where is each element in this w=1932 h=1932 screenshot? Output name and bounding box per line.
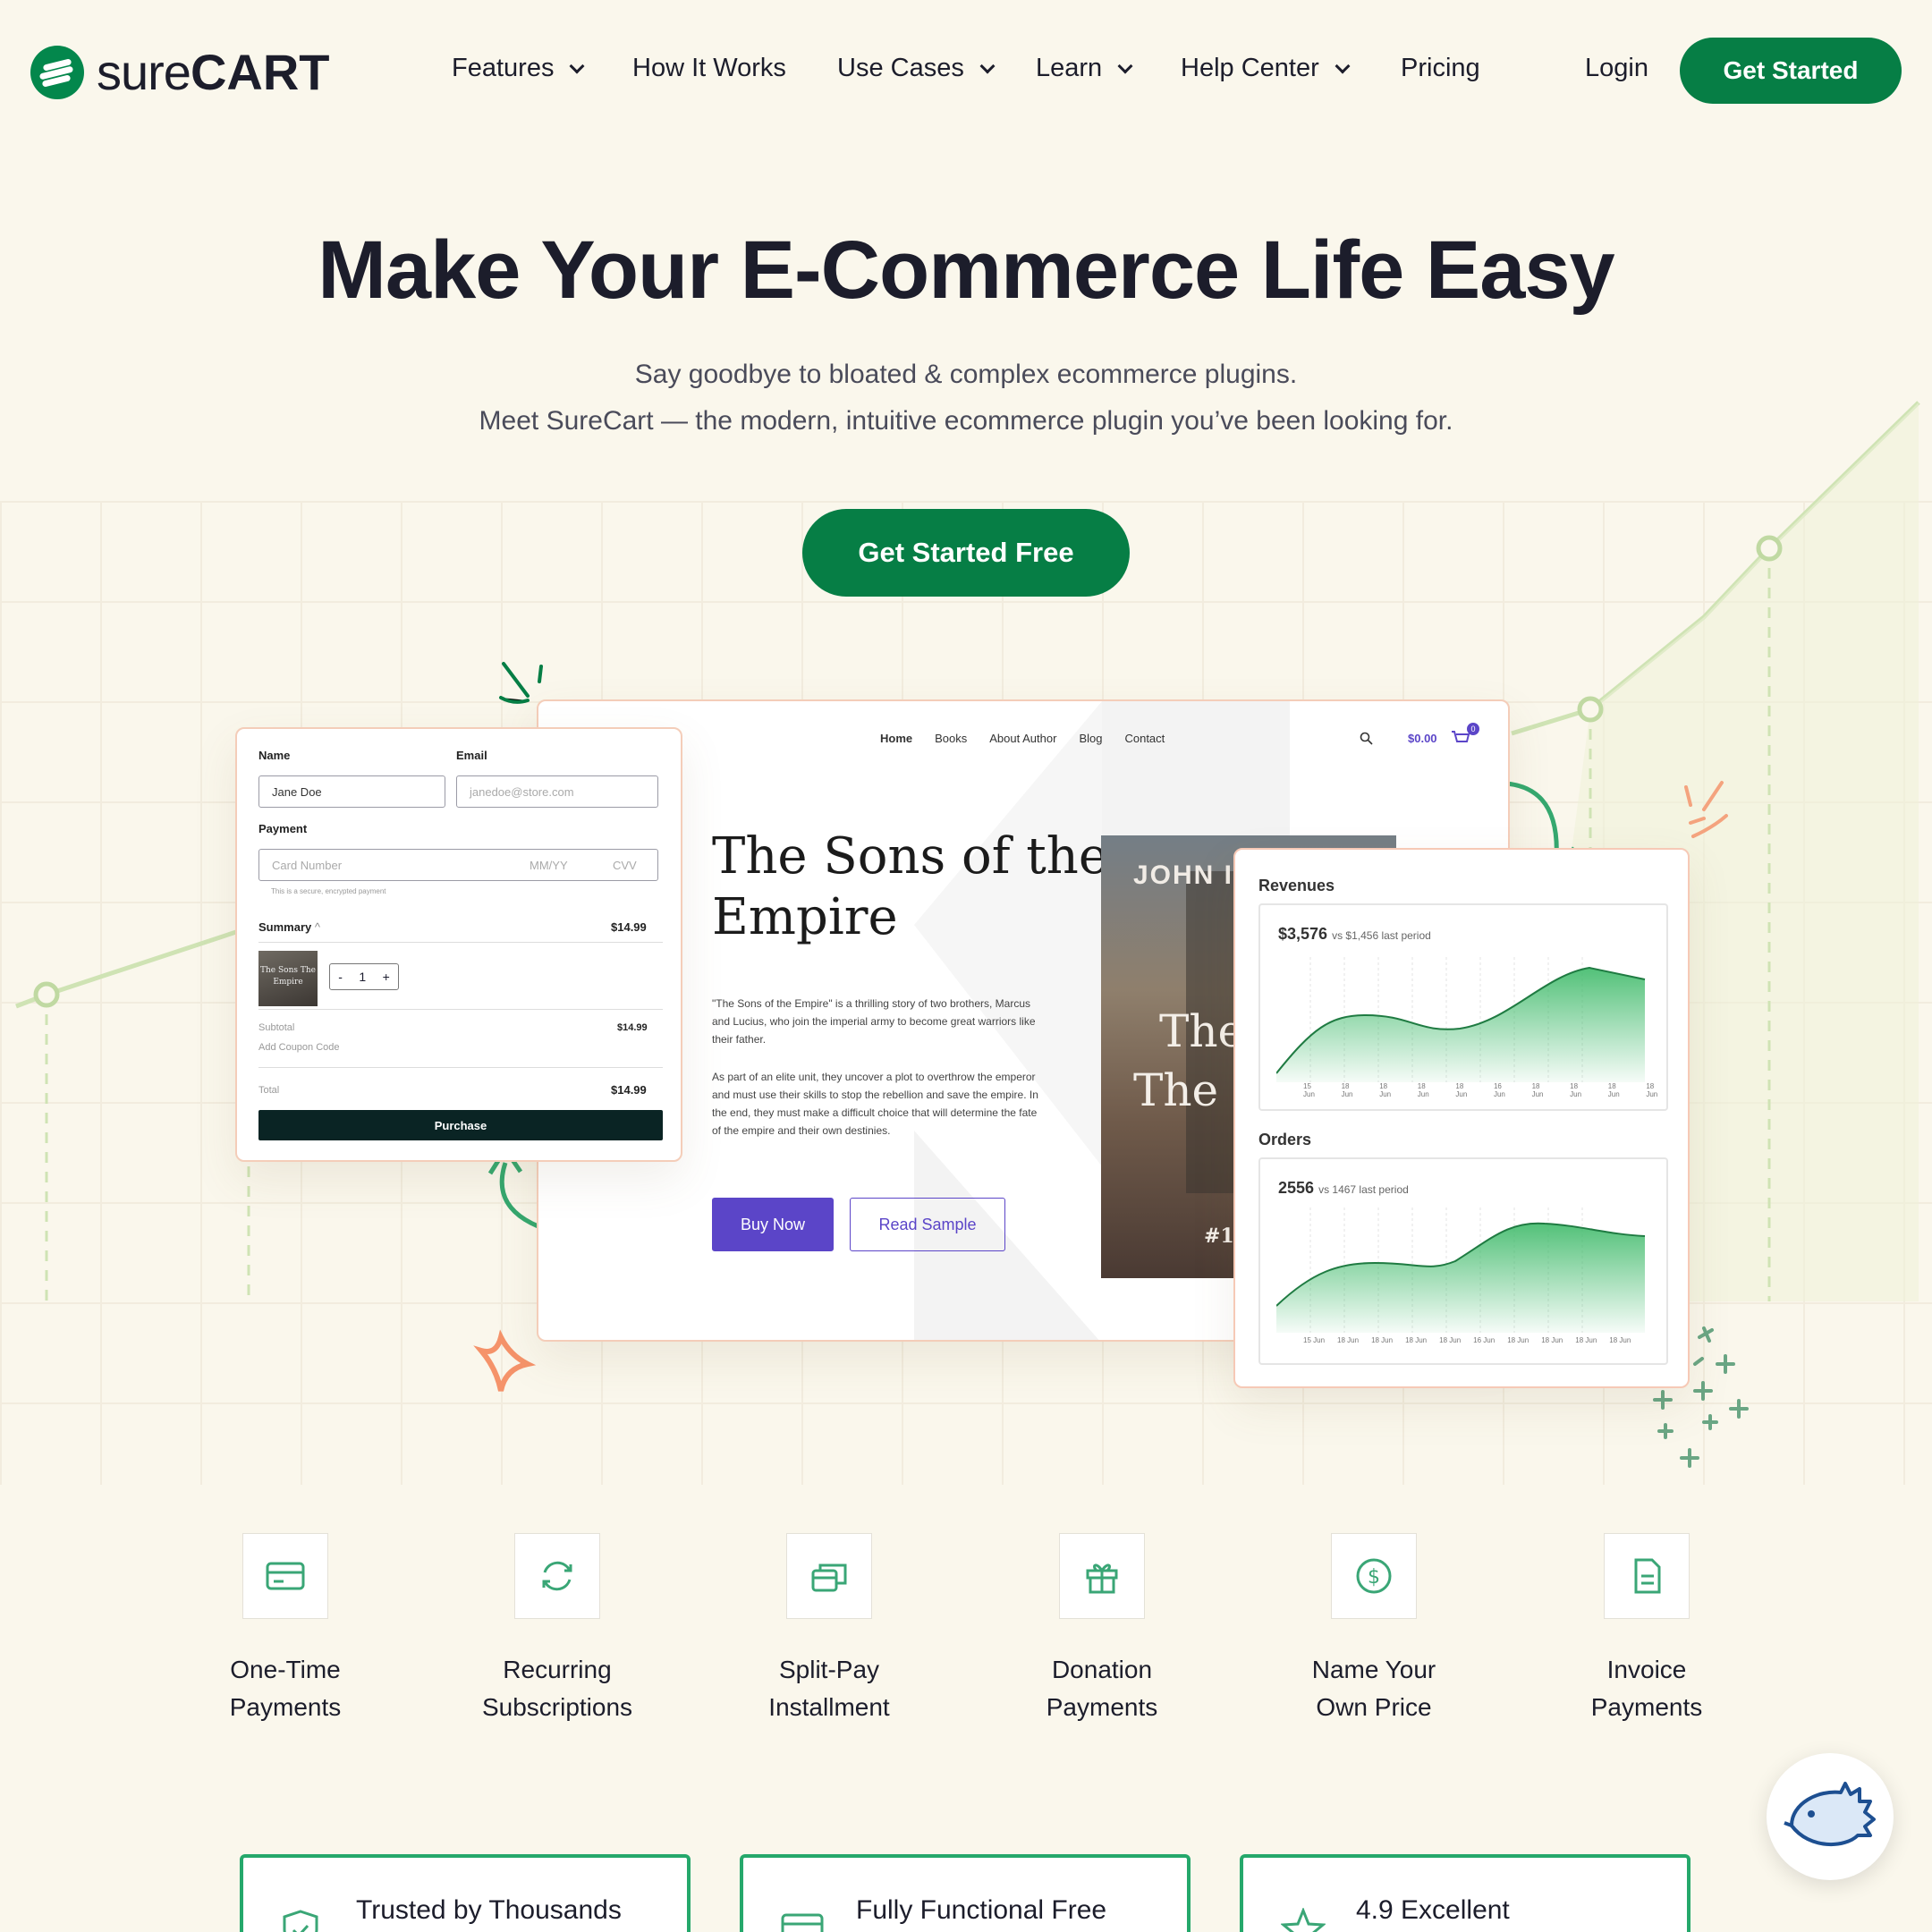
- store-nav: Home Books About Author Blog Contact: [880, 732, 1165, 745]
- credit-card-icon: [266, 1562, 305, 1590]
- subtotal-label: Subtotal: [258, 1022, 295, 1033]
- trust-label-free: Fully Functional Free: [856, 1895, 1107, 1925]
- feature-invoice-payments[interactable]: Invoice Payments: [1513, 1533, 1781, 1726]
- get-started-free-button[interactable]: Get Started Free: [802, 509, 1130, 597]
- hero-subtitle-1: Say goodbye to bloated & complex ecommer…: [634, 360, 1298, 389]
- cvv-placeholder: CVV: [613, 858, 637, 872]
- get-started-button[interactable]: Get Started: [1680, 38, 1902, 104]
- nav-features[interactable]: Features: [452, 54, 585, 83]
- subtotal-value: $14.99: [617, 1022, 648, 1033]
- qty-plus-button[interactable]: +: [383, 970, 390, 984]
- trust-label-rating: 4.9 Excellent: [1356, 1895, 1510, 1925]
- book-thumbnail: The Sons The Empire: [258, 951, 318, 1006]
- orders-chart: 2556 vs 1467 last period 15 Jun 18 Jun 18 …: [1258, 1157, 1668, 1365]
- email-input[interactable]: janedoe@store.com: [456, 775, 658, 808]
- checkout-form: Name Email Jane Doe janedoe@store.com Pa…: [235, 727, 682, 1162]
- store-nav-contact[interactable]: Contact: [1124, 732, 1165, 745]
- store-nav-home[interactable]: Home: [880, 732, 912, 745]
- dollar-icon: $: [1356, 1558, 1392, 1594]
- cart-count-badge: 0: [1467, 723, 1479, 735]
- trust-card-trusted: Trusted by Thousands: [240, 1854, 691, 1932]
- book-title: The Sons of the Empire: [712, 827, 1108, 946]
- trust-card-free: Fully Functional Free: [740, 1854, 1191, 1932]
- expiry-placeholder: MM/YY: [530, 858, 568, 872]
- revenues-value: $3,576 vs $1,456 last period: [1278, 925, 1431, 943]
- star-icon: [1281, 1908, 1326, 1932]
- cover-rank: #1: [1204, 1224, 1234, 1248]
- orders-value: 2556 vs 1467 last period: [1278, 1179, 1409, 1197]
- secure-note: This is a secure, encrypted payment: [271, 887, 386, 895]
- analytics-card: Revenues $3,576 vs $1,456 last period 15…: [1233, 848, 1690, 1388]
- orders-label: Orders: [1258, 1131, 1312, 1148]
- feature-name-your-own-price[interactable]: $ Name Your Own Price: [1240, 1533, 1508, 1726]
- chevron-down-icon: [979, 58, 996, 73]
- total-value: $14.99: [611, 1083, 647, 1097]
- orders-compare: vs 1467 last period: [1318, 1183, 1409, 1196]
- summary-price: $14.99: [611, 920, 647, 934]
- main-nav: Features How It Works Use Cases Learn He…: [0, 54, 1932, 89]
- buy-now-button[interactable]: Buy Now: [712, 1198, 834, 1251]
- feature-one-time-payments[interactable]: One-Time Payments: [151, 1533, 419, 1726]
- chevron-down-icon: [569, 58, 585, 73]
- cards-icon: [811, 1563, 847, 1592]
- svg-text:$: $: [1368, 1566, 1380, 1589]
- store-nav-about[interactable]: About Author: [989, 732, 1056, 745]
- cart-total: $0.00: [1408, 732, 1437, 745]
- revenues-area-chart: [1276, 957, 1646, 1082]
- cover-title-1: The: [1159, 1005, 1245, 1057]
- gift-icon: [1086, 1563, 1118, 1594]
- trust-card-rating: 4.9 Excellent: [1240, 1854, 1690, 1932]
- nav-help-center[interactable]: Help Center: [1181, 54, 1351, 83]
- shield-check-icon: [283, 1910, 318, 1932]
- feature-recurring-subscriptions[interactable]: Recurring Subscriptions: [423, 1533, 691, 1726]
- chevron-down-icon: [1335, 58, 1351, 73]
- revenues-chart: $3,576 vs $1,456 last period 15 Jun 18 Ju…: [1258, 903, 1668, 1111]
- qty-minus-button[interactable]: -: [338, 970, 343, 984]
- nav-use-cases[interactable]: Use Cases: [837, 54, 996, 83]
- login-link[interactable]: Login: [1585, 54, 1648, 83]
- trust-label-trusted: Trusted by Thousands: [356, 1895, 622, 1925]
- revenues-compare: vs $1,456 last period: [1332, 929, 1431, 942]
- store-nav-books[interactable]: Books: [935, 732, 967, 745]
- chat-widget-button[interactable]: [1767, 1753, 1894, 1880]
- nav-learn[interactable]: Learn: [1036, 54, 1133, 83]
- orders-x-axis: 15 Jun 18 Jun 18 Jun 18 Jun 18 Jun 16 Jun 18 J…: [1303, 1336, 1631, 1344]
- document-icon: [1634, 1558, 1661, 1594]
- feature-donation-payments[interactable]: Donation Payments: [968, 1533, 1236, 1726]
- hedgehog-mascot-icon: [1784, 1782, 1876, 1846]
- credit-card-icon: [781, 1913, 824, 1932]
- payment-label: Payment: [258, 822, 308, 835]
- book-description-2: As part of an elite unit, they uncover a…: [712, 1071, 1038, 1137]
- nav-how-it-works[interactable]: How It Works: [632, 54, 786, 83]
- cover-author: JOHN I: [1133, 860, 1234, 890]
- refresh-icon: [542, 1561, 572, 1591]
- revenues-x-axis: 15 Jun 18 Jun 18 Jun 18 Jun 18 Jun 16 Jun 18 J…: [1303, 1082, 1658, 1098]
- read-sample-button[interactable]: Read Sample: [850, 1198, 1005, 1251]
- qty-value: 1: [359, 970, 367, 984]
- summary-toggle[interactable]: Summary ^: [258, 920, 320, 934]
- email-label: Email: [456, 749, 487, 762]
- orders-area-chart: [1276, 1208, 1646, 1333]
- revenues-label: Revenues: [1258, 877, 1335, 894]
- name-label: Name: [258, 749, 291, 762]
- search-icon[interactable]: [1360, 732, 1374, 746]
- store-nav-blog[interactable]: Blog: [1079, 732, 1102, 745]
- feature-split-pay-installment[interactable]: Split-Pay Installment: [695, 1533, 963, 1726]
- chevron-up-icon: ^: [314, 920, 320, 934]
- book-description-1: "The Sons of the Empire" is a thrilling …: [712, 997, 1036, 1046]
- purchase-button[interactable]: Purchase: [258, 1110, 663, 1140]
- name-input[interactable]: Jane Doe: [258, 775, 445, 808]
- quantity-stepper[interactable]: - 1 +: [329, 963, 399, 990]
- add-coupon-link[interactable]: Add Coupon Code: [258, 1042, 340, 1053]
- total-label: Total: [258, 1085, 280, 1096]
- hero-title: Make Your E-Commerce Life Easy: [318, 225, 1614, 316]
- hero-subtitle-2: Meet SureCart — the modern, intuitive ec…: [479, 406, 1453, 436]
- card-number-input[interactable]: Card Number MM/YY CVV: [258, 849, 658, 881]
- nav-pricing[interactable]: Pricing: [1401, 54, 1480, 83]
- chevron-down-icon: [1117, 58, 1133, 73]
